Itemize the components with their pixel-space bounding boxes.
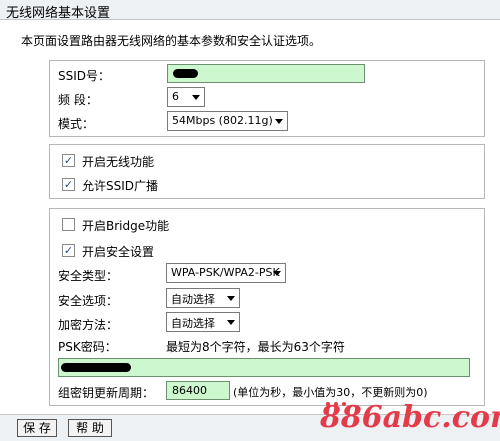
band-value: 6	[172, 90, 179, 103]
check-icon: ✓	[63, 178, 74, 191]
chevron-down-icon	[227, 320, 235, 325]
title-bar: 无线网络基本设置	[0, 0, 500, 21]
ssid-redaction	[173, 69, 198, 78]
watermark-logo: 886abc.com	[320, 400, 500, 435]
description-panel: 本页面设置路由器无线网络的基本参数和安全认证选项。	[17, 30, 485, 52]
security-option-value: 自动选择	[171, 293, 215, 306]
mode-value: 54Mbps (802.11g)	[172, 114, 273, 127]
bridge-checkbox[interactable]	[62, 218, 75, 231]
check-icon: ✓	[63, 154, 74, 167]
security-type-label: 安全类型：	[58, 269, 119, 283]
page-title: 无线网络基本设置	[6, 6, 111, 21]
security-option-label: 安全选项：	[58, 294, 119, 308]
chevron-down-icon	[227, 296, 235, 301]
wireless-toggle-checkbox[interactable]: ✓	[62, 154, 75, 167]
security-enable-checkbox[interactable]: ✓	[62, 244, 75, 257]
psk-hint: 最短为8个字符，最长为63个字符	[166, 340, 345, 354]
band-select[interactable]: 6	[167, 87, 205, 107]
psk-label: PSK密码：	[58, 340, 117, 354]
psk-input[interactable]	[58, 358, 470, 377]
rekey-input[interactable]: 86400	[166, 381, 230, 400]
psk-redaction	[61, 363, 131, 372]
security-enable-label: 开启安全设置	[82, 245, 155, 259]
save-button[interactable]: 保 存	[17, 419, 57, 437]
ssid-broadcast-label: 允许SSID广播	[82, 179, 159, 193]
help-button[interactable]: 帮 助	[68, 419, 112, 437]
mode-label: 模式：	[58, 117, 95, 131]
encryption-select[interactable]: 自动选择	[166, 312, 240, 332]
security-option-select[interactable]: 自动选择	[166, 288, 240, 308]
bridge-label: 开启Bridge功能	[82, 219, 170, 233]
rekey-value: 86400	[172, 384, 207, 397]
ssid-label: SSID号：	[58, 69, 111, 83]
mode-select[interactable]: 54Mbps (802.11g)	[167, 111, 288, 131]
encryption-label: 加密方法：	[58, 318, 119, 332]
chevron-down-icon	[192, 95, 200, 100]
description-text: 本页面设置路由器无线网络的基本参数和安全认证选项。	[21, 34, 322, 48]
security-type-value: WPA-PSK/WPA2-PSK	[171, 266, 280, 279]
encryption-value: 自动选择	[171, 317, 215, 330]
rekey-label: 组密钥更新周期：	[58, 386, 155, 400]
ssid-input[interactable]	[167, 64, 365, 83]
wireless-toggle-label: 开启无线功能	[82, 155, 155, 169]
check-icon: ✓	[63, 244, 74, 257]
rekey-hint: (单位为秒，最小值为30，不更新则为0)	[233, 386, 428, 399]
chevron-down-icon	[273, 271, 281, 276]
band-label: 频 段：	[58, 93, 98, 107]
ssid-broadcast-checkbox[interactable]: ✓	[62, 178, 75, 191]
security-type-select[interactable]: WPA-PSK/WPA2-PSK	[166, 263, 286, 283]
chevron-down-icon	[275, 119, 283, 124]
